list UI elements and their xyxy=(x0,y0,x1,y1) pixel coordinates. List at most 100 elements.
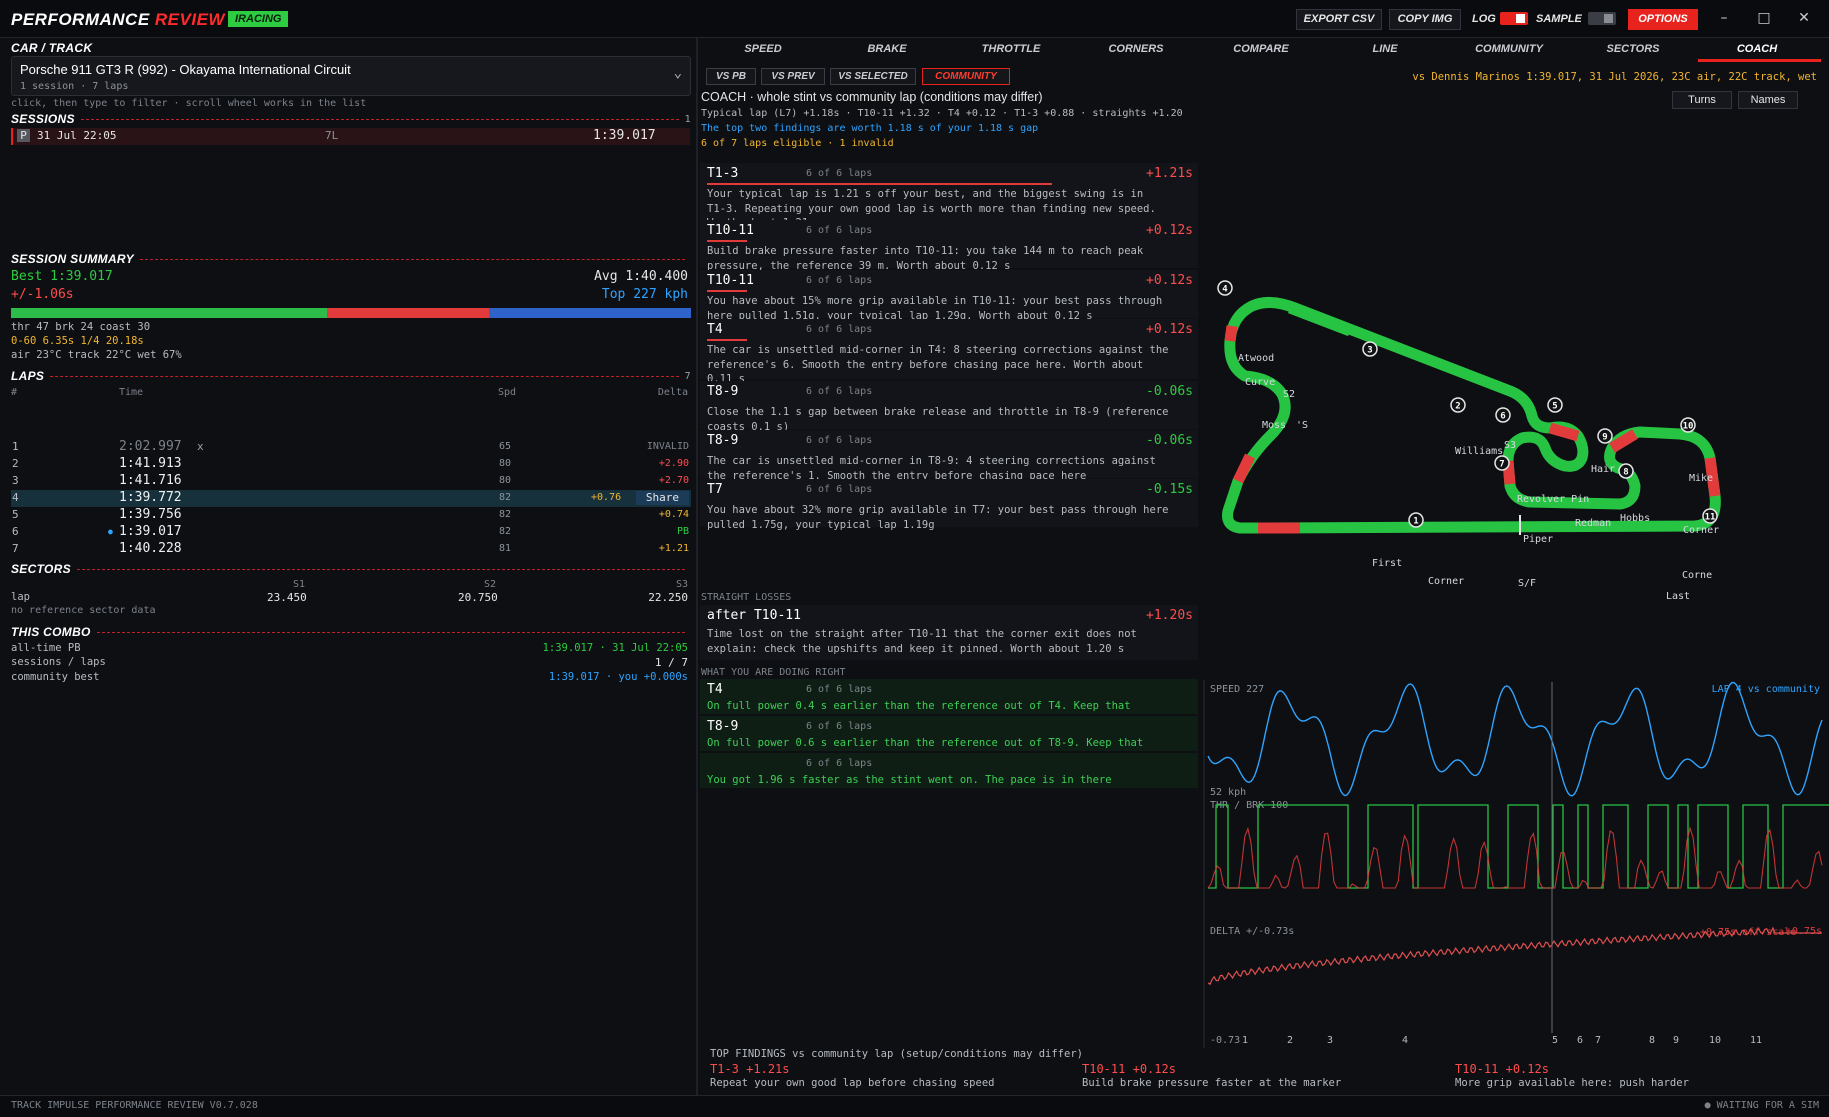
straight-loss-card[interactable]: after T10-11 +1.20s Time lost on the str… xyxy=(700,605,1198,660)
track-label: Williams xyxy=(1455,446,1503,457)
finding-delta: +1.21s xyxy=(1146,166,1193,181)
straight-losses-label: STRAIGHT LOSSES xyxy=(701,592,792,603)
track-label: Corne xyxy=(1682,570,1712,581)
doing-right-card[interactable]: T8-9 6 of 6 laps On full power 0.6 s earli… xyxy=(700,716,1198,751)
coach-finding-card[interactable]: T8-9 6 of 6 laps -0.06s The car is unsettle… xyxy=(700,430,1198,482)
sector-3-value: 22.250 xyxy=(648,591,688,604)
lap-row[interactable]: 6 1:39.017 ● 82 PB xyxy=(11,524,691,541)
tab-sectors[interactable]: SECTORS xyxy=(1578,43,1688,55)
throttle-segment xyxy=(11,308,328,318)
session-laps: 7L xyxy=(325,129,339,142)
log-label: LOG xyxy=(1472,13,1496,25)
tab-line[interactable]: LINE xyxy=(1330,43,1440,55)
finding-name: T10-11 xyxy=(707,223,754,238)
coach-finding-card[interactable]: T10-11 6 of 6 laps +0.12s Build brake press… xyxy=(700,220,1198,272)
finding-delta: +0.12s xyxy=(1146,223,1193,238)
track-label: S3 xyxy=(1504,440,1516,451)
share-button[interactable]: Share xyxy=(635,491,689,505)
coach-finding-card[interactable]: T1-3 6 of 6 laps +1.21s Your typical lap is… xyxy=(700,163,1198,229)
laps-header-delta: Delta xyxy=(657,387,688,398)
summary-best: Best 1:39.017 xyxy=(11,269,113,284)
finding-2-label: T10-11 xyxy=(1082,1062,1126,1076)
track-label: Atwood xyxy=(1238,353,1274,364)
finding-delta: +0.12s xyxy=(1146,273,1193,288)
copy-img-button[interactable]: COPY IMG xyxy=(1389,9,1461,30)
tab-throttle[interactable]: THROTTLE xyxy=(956,43,1066,55)
sessions-heading: SESSIONS 1 xyxy=(11,112,691,126)
export-csv-button[interactable]: EXPORT CSV xyxy=(1296,9,1382,30)
loss-underline xyxy=(707,290,747,292)
lap-number: 7 xyxy=(12,542,19,555)
maximize-icon[interactable]: □ xyxy=(1754,8,1774,28)
minimize-icon[interactable]: – xyxy=(1714,8,1734,28)
subtab-vs-selected[interactable]: VS SELECTED xyxy=(830,68,916,85)
lap-time: 1:41.913 xyxy=(119,456,182,471)
sim-badge: IRACING xyxy=(228,11,289,27)
off-scale-value: +0.75s xyxy=(1786,926,1822,937)
lap-row[interactable]: 7 1:40.228 81 +1.21 xyxy=(11,541,691,558)
sector-header-3: S3 xyxy=(675,579,688,590)
lap-speed: 81 xyxy=(499,543,512,554)
tab-community[interactable]: COMMUNITY xyxy=(1454,43,1564,55)
subtab-vs-prev[interactable]: VS PREV xyxy=(761,68,825,85)
lap-row[interactable]: 2 1:41.913 80 +2.90 xyxy=(11,456,691,473)
options-button[interactable]: OPTIONS xyxy=(1628,9,1698,30)
turn-number: 5 xyxy=(1552,402,1557,412)
lap-row[interactable]: 1 2:02.997 x 65 INVALID xyxy=(11,439,691,456)
lap-number: 4 xyxy=(12,491,19,504)
lap-row[interactable]: 3 1:41.716 80 +2.70 xyxy=(11,473,691,490)
subtab-community[interactable]: COMMUNITY xyxy=(922,68,1010,85)
track-label: Redman xyxy=(1575,518,1611,529)
app-title-a: PERFORMANCE xyxy=(11,10,150,29)
finding-delta: +0.12s xyxy=(1146,322,1193,337)
coach-finding-card[interactable]: T10-11 6 of 6 laps +0.12s You have about 15… xyxy=(700,270,1198,322)
track-map[interactable]: 1 2 3 4 5 6 7 8 9 10 11 Atwood Curve Moss 'S S2 Williams… xyxy=(1217,280,1721,602)
finding-text: You have about 32% more grip available i… xyxy=(707,504,1169,531)
doing-right-card[interactable]: T4 6 of 6 laps On full power 0.4 s earlier… xyxy=(700,679,1198,714)
right-laps: 6 of 6 laps xyxy=(806,721,873,732)
car-track-heading: CAR / TRACK xyxy=(11,41,691,55)
visual-svg: 1 2 3 4 5 6 7 8 9 10 11 Atwood Curve Moss 'S S2 Williams… xyxy=(1203,280,1829,1048)
reference-info: vs Dennis Marinos 1:39.017, 31 Jul 2026,… xyxy=(1412,71,1817,83)
track-outline xyxy=(1222,297,1721,534)
lap-delta: +0.76 xyxy=(591,492,622,503)
right-laps: 6 of 6 laps xyxy=(806,684,873,695)
finding-name: T8-9 xyxy=(707,433,739,448)
lap-speed: 80 xyxy=(499,458,512,469)
tab-corners[interactable]: CORNERS xyxy=(1081,43,1191,55)
sector-note: no reference sector data xyxy=(11,605,156,616)
car-track-sub: 1 session · 7 laps xyxy=(20,81,129,92)
chevron-down-icon: ⌄ xyxy=(673,65,682,81)
finding-laps: 6 of 6 laps xyxy=(806,324,873,335)
car-track-select[interactable]: Porsche 911 GT3 R (992) - Okayama Intern… xyxy=(11,56,691,96)
coach-finding-card[interactable]: T4 6 of 6 laps +0.12s The car is unsettled … xyxy=(700,319,1198,385)
turn-number: 8 xyxy=(1623,468,1628,478)
lap-row[interactable]: 4 1:39.772 82 +0.76 Share xyxy=(11,490,691,507)
coach-typical: Typical lap (L7) +1.18s · T10-11 +1.32 ·… xyxy=(701,108,1183,119)
laps-header-num: # xyxy=(11,387,18,398)
tab-brake[interactable]: BRAKE xyxy=(832,43,942,55)
pb-dot-icon: ● xyxy=(108,527,113,536)
lap-number: 5 xyxy=(12,508,19,521)
log-toggle[interactable] xyxy=(1500,12,1528,25)
lap-row[interactable]: 5 1:39.756 82 +0.74 xyxy=(11,507,691,524)
track-label: Hobbs xyxy=(1620,513,1650,524)
close-icon[interactable]: ✕ xyxy=(1794,8,1814,28)
tab-speed[interactable]: SPEED xyxy=(708,43,818,55)
tab-coach[interactable]: COACH xyxy=(1702,43,1812,55)
track-label: Revolver Pin xyxy=(1517,494,1589,505)
track-segment xyxy=(1233,453,1255,484)
coach-finding-card[interactable]: T8-9 6 of 6 laps -0.06s Close the 1.1 s gap… xyxy=(700,381,1198,433)
coach-finding-card[interactable]: T7 6 of 6 laps -0.15s You have about 32% mo… xyxy=(700,479,1198,531)
track-label: Moss xyxy=(1262,420,1286,431)
doing-right-card[interactable]: 6 of 6 laps You got 1.96 s faster as the … xyxy=(700,753,1198,788)
finding-1-label: T1-3 xyxy=(710,1062,739,1076)
session-row[interactable]: P 31 Jul 22:05 7L 1:39.017 xyxy=(11,128,690,145)
subtab-vs-pb[interactable]: VS PB xyxy=(706,68,756,85)
tab-compare[interactable]: COMPARE xyxy=(1206,43,1316,55)
turn-number: 6 xyxy=(1500,412,1505,422)
speed-min-label: 52 kph xyxy=(1210,787,1246,798)
sample-toggle[interactable] xyxy=(1588,12,1616,25)
turn-number: 3 xyxy=(1367,346,1372,356)
finding-2-name: T10-11 +0.12s xyxy=(1082,1062,1176,1076)
